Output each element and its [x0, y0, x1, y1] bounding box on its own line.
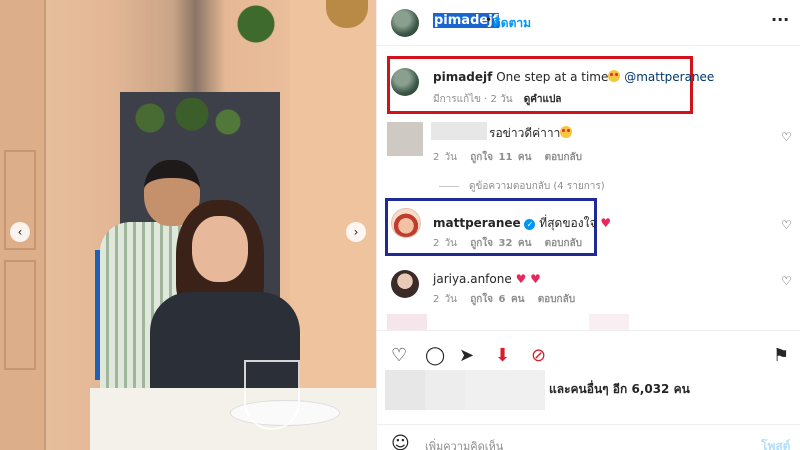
reply-body: ที่สุดของใจ — [539, 216, 597, 230]
comment-icon[interactable]: ◯ — [425, 345, 445, 366]
caption-body: One step at a time — [496, 70, 609, 84]
reply-avatar[interactable] — [391, 208, 421, 238]
post-button[interactable]: โพสต์ — [761, 437, 790, 450]
comment-meta: 2 วัน ถูกใจ 11 คน ตอบกลับ — [433, 150, 582, 165]
download-icon[interactable]: ⬇ — [495, 345, 510, 366]
like-reply-heart-icon[interactable]: ♡ — [781, 218, 792, 232]
pink-heart-emoji-icon: ♥ — [600, 216, 612, 230]
add-comment-bar: ☺ เพิ่มความคิดเห็น โพสต์ — [377, 424, 800, 450]
reply-username[interactable]: mattperanee — [433, 216, 521, 230]
heart-eyes-emoji-icon — [608, 70, 621, 82]
reply-meta: 2 วัน ถูกใจ 32 คน ตอบกลับ — [433, 236, 582, 251]
post-photo[interactable]: ‹ › — [0, 0, 376, 450]
comment3-meta: 2 วัน ถูกใจ 6 คน ตอบกลับ — [433, 292, 575, 307]
view-replies-label: ดูข้อความตอบกลับ (4 รายการ) — [469, 181, 605, 192]
hanging-plant — [236, 0, 276, 60]
wine-glass — [244, 360, 300, 430]
comment-age: 2 วัน — [433, 152, 457, 163]
pink-heart-emoji-icon: ♥ ♥ — [515, 272, 541, 286]
heart-eyes-emoji-icon — [560, 126, 573, 138]
likes-summary[interactable]: และคนอื่นๆ อีก 6,032 คน — [549, 380, 690, 399]
blurred-comment — [589, 314, 629, 330]
reply-button[interactable]: ตอบกลับ — [545, 238, 582, 249]
comment-likes[interactable]: ถูกใจ 11 คน — [470, 152, 531, 163]
liker-names — [465, 370, 545, 410]
comment-body: รอข่าวดีค่าาา — [489, 126, 561, 140]
wall-panel — [4, 260, 36, 370]
divider — [439, 185, 459, 187]
caption-mention[interactable]: @mattperanee — [624, 70, 714, 84]
share-icon[interactable]: ➤ — [459, 345, 474, 366]
caption-text: pimadejf One step at a time @mattperanee — [433, 70, 714, 84]
comment3-age: 2 วัน — [433, 294, 457, 305]
translate-link[interactable]: ดูคำแปล — [524, 94, 562, 105]
more-options-icon[interactable]: ··· — [771, 10, 789, 29]
blurred-avatar — [387, 122, 423, 156]
chevron-right-icon: › — [353, 225, 359, 239]
emoji-icon[interactable]: ☺ — [391, 433, 410, 450]
follow-button[interactable]: ติดตาม — [493, 14, 531, 33]
bookmark-icon[interactable]: ⚑ — [773, 345, 789, 366]
liker-avatar — [425, 370, 465, 410]
view-replies-link[interactable]: ดูข้อความตอบกลับ (4 รายการ) — [439, 179, 605, 194]
caption-meta: มีการแก้ไข · 2 วัน ดูคำแปล — [433, 92, 561, 107]
reply-button[interactable]: ตอบกลับ — [538, 294, 575, 305]
blurred-comment — [387, 314, 427, 330]
plants — [126, 98, 246, 138]
comment3-likes[interactable]: ถูกใจ 6 คน — [470, 294, 524, 305]
separator: • — [485, 13, 493, 27]
like-comment3-heart-icon[interactable]: ♡ — [781, 274, 792, 288]
like-comment-heart-icon[interactable]: ♡ — [781, 130, 792, 144]
caption-age: มีการแก้ไข · 2 วัน — [433, 94, 513, 105]
reply-button[interactable]: ตอบกลับ — [545, 152, 582, 163]
like-heart-icon[interactable]: ♡ — [391, 345, 407, 366]
comment-input[interactable]: เพิ่มความคิดเห็น — [425, 437, 503, 450]
reply-text: mattperanee ✓ ที่สุดของใจ ♥ — [433, 214, 611, 233]
post-side-panel: pimadejf • ติดตาม ··· pimadejf One step … — [376, 0, 800, 450]
verified-badge-icon: ✓ — [524, 219, 536, 230]
liker-avatar — [385, 370, 425, 410]
blurred-username — [431, 122, 487, 140]
avatar[interactable] — [391, 9, 419, 37]
comment3-avatar[interactable] — [391, 270, 419, 298]
chevron-left-icon: ‹ — [17, 225, 23, 239]
comment3-text: jariya.anfone ♥ ♥ — [433, 272, 541, 286]
reply-age: 2 วัน — [433, 238, 457, 249]
comment3-username[interactable]: jariya.anfone — [433, 272, 512, 286]
block-icon[interactable]: ⊘ — [531, 345, 546, 366]
caption-avatar[interactable] — [391, 68, 419, 96]
instagram-post-view: ‹ › pimadejf • ติดตาม ··· pimadejf One s… — [0, 0, 800, 450]
next-photo-button[interactable]: › — [346, 222, 366, 242]
comment-text: รอข่าวดีค่าาา — [489, 124, 573, 143]
post-header: pimadejf • ติดตาม ··· — [377, 0, 800, 46]
caption-username[interactable]: pimadejf — [433, 70, 492, 84]
reply-likes[interactable]: ถูกใจ 32 คน — [470, 238, 531, 249]
prev-photo-button[interactable]: ‹ — [10, 222, 30, 242]
